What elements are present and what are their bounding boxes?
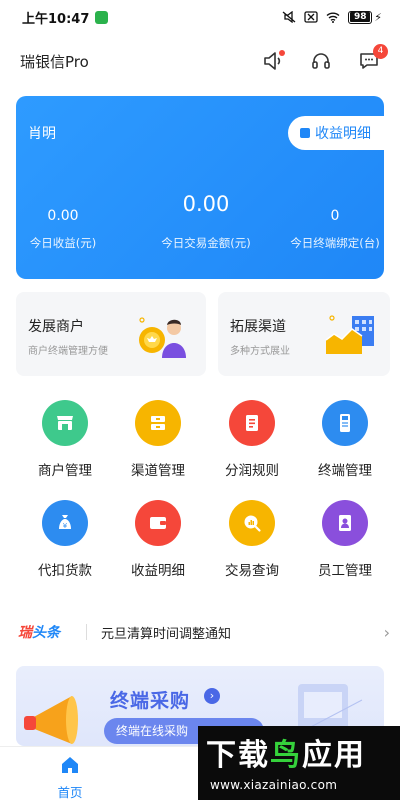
terminal-management-label: 终端管理 xyxy=(318,463,372,479)
wallet-grid-icon xyxy=(135,500,181,546)
user-name: 肖明 xyxy=(28,126,56,142)
megaphone-icon xyxy=(24,696,78,744)
expand-channel-card[interactable]: 拓展渠道 多种方式展业 xyxy=(218,292,390,376)
earnings-detail-grid-label: 收益明细 xyxy=(131,563,185,579)
merchant-management-button[interactable]: 商户管理 xyxy=(25,400,105,479)
transaction-query-button[interactable]: 交易查询 xyxy=(212,500,292,579)
chart-query-icon xyxy=(229,500,275,546)
develop-merchant-title: 发展商户 xyxy=(28,319,84,335)
headset-icon xyxy=(312,53,330,69)
announcement-button[interactable] xyxy=(260,48,286,74)
merchant-icon xyxy=(42,400,88,446)
banner-title: 终端采购 xyxy=(110,690,191,712)
wallet-icon xyxy=(300,128,310,138)
arrow-right-icon: › xyxy=(204,688,220,704)
earnings-card: 肖明 收益明细 0.00 今日收益(元) 0.00 今日交易金额(元) 0 今日… xyxy=(16,96,384,279)
watermark-overlay: 下载鸟应用 www.xiazainiao.com xyxy=(198,726,400,800)
profit-rule-label: 分润规则 xyxy=(225,463,279,479)
wifi-icon xyxy=(326,12,340,23)
today-earnings-label: 今日收益(元) xyxy=(29,236,97,250)
profit-rule-button[interactable]: 分润规则 xyxy=(212,400,292,479)
message-count-badge: 4 xyxy=(373,44,388,59)
status-bar: 上午10:47 98 ⚡ xyxy=(0,0,400,34)
mute-icon xyxy=(282,11,296,23)
channel-management-label: 渠道管理 xyxy=(131,463,185,479)
earnings-detail-button[interactable]: 收益明细 xyxy=(288,116,384,150)
news-divider xyxy=(86,624,87,640)
today-earnings-value: 0.00 xyxy=(47,208,79,224)
today-transaction-label: 今日交易金额(元) xyxy=(161,236,251,250)
merchant-person-icon xyxy=(139,317,186,358)
charging-icon: ⚡ xyxy=(374,10,382,24)
app-header: 瑞银信Pro 4 xyxy=(0,40,400,82)
terminal-management-button[interactable]: 终端管理 xyxy=(305,400,385,479)
staff-icon xyxy=(322,500,368,546)
news-brand-logo: 瑞头条 xyxy=(18,625,60,641)
watermark-url: www.xiazainiao.com xyxy=(210,778,338,792)
app-title: 瑞银信Pro xyxy=(20,52,89,71)
status-icons: 98 ⚡ xyxy=(282,10,382,24)
status-time: 上午10:47 xyxy=(22,11,90,27)
develop-merchant-card[interactable]: 发展商户 商户终端管理方便 xyxy=(16,292,206,376)
earnings-detail-grid-button[interactable]: 收益明细 xyxy=(118,500,198,579)
today-terminal-value: 0 xyxy=(330,208,340,224)
deduct-icon: ¥ xyxy=(42,500,88,546)
home-icon xyxy=(62,757,78,773)
svg-text:¥: ¥ xyxy=(63,522,68,530)
channel-icon xyxy=(135,400,181,446)
watermark-brand: 下载鸟应用 xyxy=(206,738,366,773)
battery-level: 98 xyxy=(350,11,371,22)
expand-channel-title: 拓展渠道 xyxy=(230,319,286,335)
deduct-payment-label: 代扣货款 xyxy=(38,563,92,579)
messages-button[interactable]: 4 xyxy=(356,44,388,74)
merchant-management-label: 商户管理 xyxy=(38,463,92,479)
news-bar[interactable]: 瑞头条 元旦清算时间调整通知 › xyxy=(0,612,400,652)
news-headline: 元旦清算时间调整通知 xyxy=(101,626,232,642)
wechat-notification-icon xyxy=(95,10,109,24)
customer-service-button[interactable] xyxy=(308,48,334,74)
notification-dot xyxy=(279,50,285,56)
develop-merchant-subtitle: 商户终端管理方便 xyxy=(28,346,108,357)
chevron-right-icon: › xyxy=(383,622,390,642)
earnings-detail-label: 收益明细 xyxy=(315,126,371,142)
terminal-icon xyxy=(322,400,368,446)
growth-building-icon xyxy=(325,315,374,354)
today-transaction-value: 0.00 xyxy=(182,192,230,216)
expand-channel-subtitle: 多种方式展业 xyxy=(230,346,290,357)
battery-indicator: 98 ⚡ xyxy=(348,10,382,24)
staff-management-button[interactable]: 员工管理 xyxy=(305,500,385,579)
sim-off-icon xyxy=(304,11,318,23)
transaction-query-label: 交易查询 xyxy=(225,563,279,579)
profit-rule-icon xyxy=(229,400,275,446)
channel-management-button[interactable]: 渠道管理 xyxy=(118,400,198,479)
nav-home[interactable]: 首页 xyxy=(0,747,140,800)
today-terminal-label: 今日终端绑定(台) xyxy=(290,236,380,250)
deduct-payment-button[interactable]: ¥ 代扣货款 xyxy=(25,500,105,579)
nav-home-label: 首页 xyxy=(57,785,83,800)
staff-management-label: 员工管理 xyxy=(318,563,372,579)
